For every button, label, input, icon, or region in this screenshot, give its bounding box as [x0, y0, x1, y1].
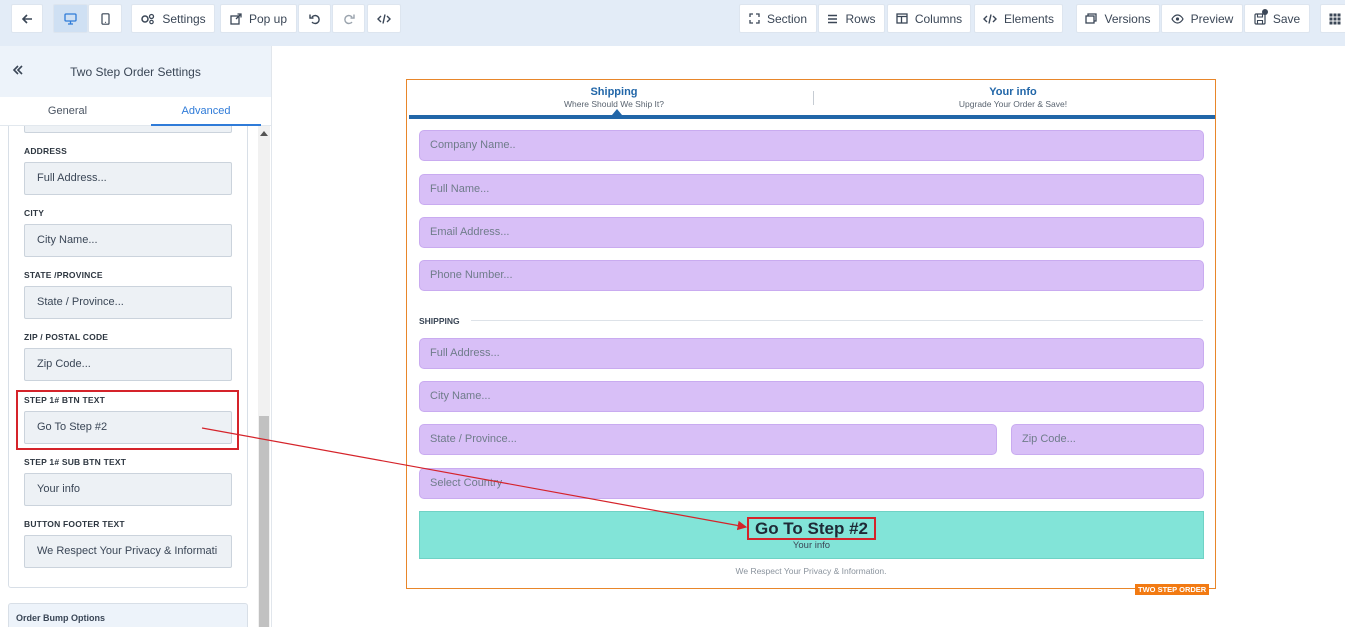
preview-label: Preview [1190, 11, 1234, 26]
email-input[interactable]: Email Address... [419, 217, 1204, 248]
state-input[interactable]: State / Province... [419, 424, 997, 455]
field-label: STATE /PROVINCE [24, 270, 103, 280]
eye-icon [1170, 13, 1184, 24]
order-bump-section[interactable]: Order Bump Options [8, 603, 248, 627]
privacy-footer-text: We Respect Your Privacy & Information. [735, 566, 887, 576]
back-button[interactable] [11, 4, 43, 33]
section-label: Section [766, 11, 808, 26]
active-step-caret-icon [612, 109, 622, 115]
desktop-view-button[interactable] [53, 4, 88, 33]
panel-header: Two Step Order Settings [0, 46, 271, 97]
code-button[interactable] [367, 4, 401, 33]
full-name-input[interactable]: Full Name... [419, 174, 1204, 205]
scroll-up-arrow-icon[interactable] [260, 131, 268, 136]
undo-icon [308, 13, 321, 25]
fields-scroll-area[interactable]: ADDRESS Full Address... CITY City Name..… [8, 126, 248, 588]
settings-label: Settings [162, 11, 206, 26]
field-label: ADDRESS [24, 146, 67, 156]
tab-general[interactable]: General [0, 97, 135, 126]
redo-button[interactable] [332, 4, 365, 33]
zip-field[interactable]: Zip Code... [24, 348, 232, 381]
field-label: BUTTON FOOTER TEXT [24, 519, 125, 529]
apps-grid-button[interactable] [1320, 4, 1345, 33]
step-title: Shipping [590, 86, 638, 98]
button-footer-text-field[interactable]: We Respect Your Privacy & Informati [24, 535, 232, 568]
step-shipping[interactable]: Shipping Where Should We Ship It? [539, 86, 689, 109]
address-field[interactable]: Full Address... [24, 162, 232, 195]
collapse-panel-icon[interactable] [12, 63, 24, 79]
company-input[interactable]: Company Name.. [419, 130, 1204, 161]
popup-button[interactable]: Pop up [220, 4, 297, 33]
columns-button[interactable]: Columns [887, 4, 971, 33]
button-main-text: Go To Step #2 [746, 517, 877, 540]
preview-button[interactable]: Preview [1161, 4, 1243, 33]
step-divider [813, 91, 814, 105]
step-your-info[interactable]: Your info Upgrade Your Order & Save! [913, 86, 1113, 109]
city-input[interactable]: City Name... [419, 381, 1204, 412]
field-label: ZIP / POSTAL CODE [24, 332, 109, 342]
elements-button[interactable]: Elements [974, 4, 1063, 33]
button-sub-text: Your info [792, 540, 831, 551]
shipping-heading: SHIPPING [419, 316, 460, 326]
phone-input[interactable]: Phone Number... [419, 260, 1204, 291]
section-icon [749, 13, 760, 24]
zip-input[interactable]: Zip Code... [1011, 424, 1204, 455]
panel-scrollbar[interactable] [258, 126, 270, 627]
field-label: CITY [24, 208, 45, 218]
partial-field-input[interactable] [24, 126, 232, 133]
panel-title: Two Step Order Settings [70, 64, 201, 79]
country-select[interactable]: Select Country [419, 468, 1204, 499]
code-icon [377, 13, 391, 25]
grid-icon [1329, 13, 1341, 25]
save-label: Save [1272, 11, 1301, 26]
field-label: STEP 1# SUB BTN TEXT [24, 457, 127, 467]
top-toolbar: Settings Pop up Section Rows Columns Ele… [0, 0, 1345, 46]
step-subtitle: Where Should We Ship It? [563, 99, 664, 109]
panel-tabs: General Advanced [0, 97, 271, 126]
settings-button[interactable]: Settings [131, 4, 215, 33]
divider [471, 320, 1203, 321]
city-field[interactable]: City Name... [24, 224, 232, 257]
arrow-left-icon [21, 13, 33, 25]
columns-icon [896, 13, 908, 24]
save-button[interactable]: Save [1244, 4, 1310, 33]
mobile-view-button[interactable] [88, 4, 122, 33]
two-step-order-form[interactable]: Shipping Where Should We Ship It? Your i… [406, 79, 1216, 595]
save-icon [1254, 8, 1268, 25]
unsaved-dot [1261, 8, 1268, 15]
elements-label: Elements [1003, 11, 1055, 26]
scrollbar-thumb[interactable] [259, 416, 269, 627]
settings-panel: Two Step Order Settings General Advanced… [0, 46, 272, 627]
element-type-badge: TWO STEP ORDER [1135, 584, 1210, 595]
columns-label: Columns [914, 11, 963, 26]
redo-icon [343, 13, 355, 25]
rows-icon [827, 14, 838, 24]
state-field[interactable]: State / Province... [24, 286, 232, 319]
step-tabs: Shipping Where Should We Ship It? Your i… [409, 80, 1215, 119]
mobile-icon [100, 12, 110, 25]
popup-label: Pop up [248, 11, 288, 26]
address-input[interactable]: Full Address... [419, 338, 1204, 369]
step-title: Your info [989, 86, 1037, 98]
versions-button[interactable]: Versions [1076, 4, 1160, 33]
annotation-highlight [16, 390, 239, 450]
tab-advanced[interactable]: Advanced [151, 97, 261, 126]
gears-icon [140, 13, 155, 25]
undo-button[interactable] [298, 4, 331, 33]
external-edit-icon [230, 12, 242, 25]
versions-label: Versions [1104, 11, 1151, 26]
desktop-icon [64, 12, 77, 25]
code-icon [982, 13, 997, 25]
step-subtitle: Upgrade Your Order & Save! [958, 99, 1068, 109]
rows-button[interactable]: Rows [818, 4, 885, 33]
step1-sub-btn-text-field[interactable]: Your info [24, 473, 232, 506]
rows-label: Rows [845, 11, 876, 26]
go-to-step-2-button[interactable]: Go To Step #2 Your info [419, 511, 1204, 559]
versions-icon [1085, 13, 1098, 24]
section-button[interactable]: Section [739, 4, 817, 33]
